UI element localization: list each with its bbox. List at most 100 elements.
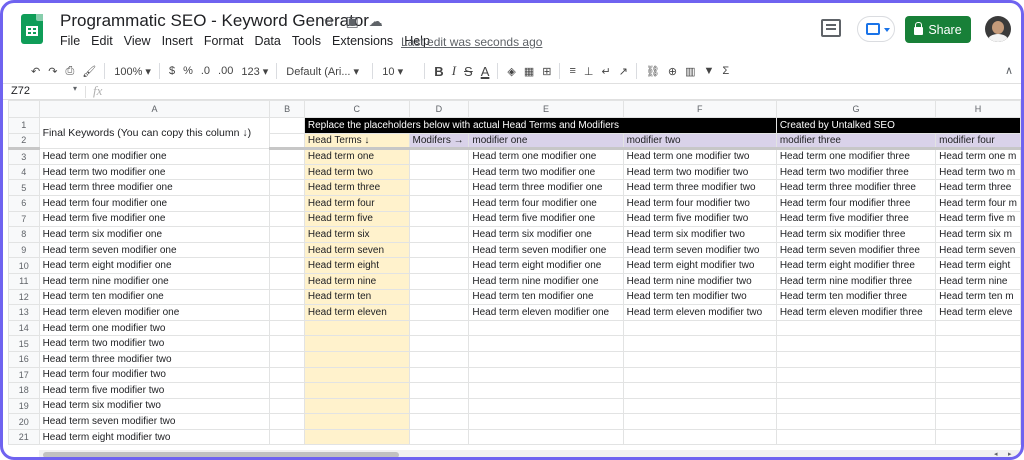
final-keyword-cell[interactable]: Head term seven modifier two bbox=[38, 413, 271, 430]
menu-edit[interactable]: Edit bbox=[91, 34, 113, 48]
horizontal-align-icon[interactable]: ≡ bbox=[569, 65, 575, 77]
keyword-cell[interactable]: Head term six modifier one bbox=[468, 226, 624, 243]
keyword-cell[interactable] bbox=[622, 382, 777, 399]
keyword-cell[interactable]: Head term four modifier two bbox=[622, 194, 777, 212]
last-edit-link[interactable]: Last edit was seconds ago bbox=[401, 35, 542, 49]
head-term-cell[interactable]: Head term nine bbox=[303, 272, 410, 290]
column-header[interactable]: A bbox=[38, 100, 271, 118]
head-term-cell[interactable]: Head term ten bbox=[303, 288, 410, 306]
cell[interactable] bbox=[408, 335, 470, 352]
share-button[interactable]: Share bbox=[905, 16, 971, 43]
row-header[interactable]: 5 bbox=[8, 179, 40, 196]
row-header[interactable]: 6 bbox=[8, 194, 40, 212]
column-header[interactable]: D bbox=[408, 100, 470, 118]
head-term-cell[interactable] bbox=[303, 319, 410, 337]
modifier-cell[interactable]: modifier three bbox=[775, 132, 937, 151]
head-term-cell[interactable] bbox=[303, 350, 410, 368]
row-header[interactable]: 18 bbox=[8, 382, 40, 399]
final-keyword-cell[interactable]: Head term eight modifier one bbox=[38, 257, 271, 274]
move-folder-icon[interactable]: ▣ bbox=[346, 13, 359, 30]
final-keyword-cell[interactable]: Head term eight modifier two bbox=[38, 428, 271, 446]
keyword-cell[interactable] bbox=[935, 413, 1021, 430]
keyword-cell[interactable]: Head term nine modifier two bbox=[622, 272, 777, 290]
keyword-cell[interactable] bbox=[622, 413, 777, 430]
head-term-cell[interactable]: Head term six bbox=[303, 226, 410, 243]
keyword-cell[interactable]: Head term two modifier three bbox=[775, 163, 937, 181]
keyword-cell[interactable] bbox=[775, 366, 937, 384]
head-term-cell[interactable] bbox=[303, 382, 410, 399]
keyword-cell[interactable]: Head term six m bbox=[935, 226, 1021, 243]
row-header[interactable]: 9 bbox=[8, 241, 40, 259]
final-keyword-cell[interactable]: Head term three modifier one bbox=[38, 179, 271, 196]
text-wrap-icon[interactable]: ↵ bbox=[601, 65, 610, 78]
keyword-cell[interactable]: Head term one modifier three bbox=[775, 148, 937, 165]
head-terms-header[interactable]: Head Terms ↓ bbox=[303, 132, 410, 151]
cell[interactable] bbox=[269, 304, 305, 321]
functions-icon[interactable]: Σ bbox=[722, 65, 729, 77]
menu-file[interactable]: File bbox=[60, 34, 80, 48]
head-term-cell[interactable]: Head term three bbox=[303, 179, 410, 196]
text-rotate-icon[interactable]: ↗ bbox=[619, 65, 628, 78]
keyword-cell[interactable]: Head term eleven modifier three bbox=[775, 304, 937, 321]
cell[interactable] bbox=[408, 210, 470, 228]
keyword-cell[interactable]: Head term eight modifier three bbox=[775, 257, 937, 274]
cell[interactable] bbox=[408, 397, 470, 415]
present-button[interactable] bbox=[857, 16, 895, 42]
final-keyword-cell[interactable]: Head term five modifier two bbox=[38, 382, 271, 399]
keyword-cell[interactable] bbox=[775, 335, 937, 352]
keyword-cell[interactable]: Head term four modifier one bbox=[468, 194, 624, 212]
keyword-cell[interactable]: Head term one modifier two bbox=[622, 148, 777, 165]
banner-cell[interactable]: Replace the placeholders below with actu… bbox=[303, 117, 777, 134]
head-term-cell[interactable] bbox=[303, 428, 410, 446]
final-keyword-cell[interactable]: Head term two modifier one bbox=[38, 163, 271, 181]
head-term-cell[interactable]: Head term two bbox=[303, 163, 410, 181]
row-header[interactable]: 21 bbox=[8, 428, 40, 446]
keyword-cell[interactable] bbox=[935, 335, 1021, 352]
keyword-cell[interactable] bbox=[775, 428, 937, 446]
head-term-cell[interactable]: Head term five bbox=[303, 210, 410, 228]
avatar[interactable] bbox=[985, 16, 1011, 42]
keyword-cell[interactable] bbox=[935, 366, 1021, 384]
keyword-cell[interactable]: Head term nine bbox=[935, 272, 1021, 290]
row-header[interactable]: 8 bbox=[8, 226, 40, 243]
cell[interactable] bbox=[408, 257, 470, 274]
column-header[interactable]: E bbox=[468, 100, 624, 118]
cell[interactable] bbox=[269, 226, 305, 243]
cell[interactable] bbox=[269, 257, 305, 274]
keyword-cell[interactable]: Head term two modifier two bbox=[622, 163, 777, 181]
cell[interactable] bbox=[408, 366, 470, 384]
keyword-cell[interactable] bbox=[775, 382, 937, 399]
cell[interactable] bbox=[408, 428, 470, 446]
cell[interactable] bbox=[408, 226, 470, 243]
keyword-cell[interactable] bbox=[622, 397, 777, 415]
bold-button[interactable]: B bbox=[434, 64, 443, 79]
sheets-logo-icon[interactable] bbox=[21, 14, 43, 44]
keyword-cell[interactable] bbox=[935, 397, 1021, 415]
keyword-cell[interactable] bbox=[468, 335, 624, 352]
row-header[interactable]: 3 bbox=[8, 148, 40, 165]
final-keyword-cell[interactable]: Head term two modifier two bbox=[38, 335, 271, 352]
more-formats-button[interactable]: 123 ▾ bbox=[241, 65, 268, 78]
keyword-cell[interactable] bbox=[935, 319, 1021, 337]
head-term-cell[interactable]: Head term seven bbox=[303, 241, 410, 259]
keyword-cell[interactable]: Head term four m bbox=[935, 194, 1021, 212]
menu-view[interactable]: View bbox=[124, 34, 151, 48]
cell[interactable] bbox=[269, 366, 305, 384]
text-color-button[interactable]: A bbox=[481, 64, 490, 79]
row-header[interactable]: 16 bbox=[8, 350, 40, 368]
row-header[interactable]: 13 bbox=[8, 304, 40, 321]
modifier-cell[interactable]: modifier four bbox=[935, 132, 1021, 151]
formula-input[interactable] bbox=[115, 85, 1005, 99]
cell[interactable] bbox=[408, 288, 470, 306]
keyword-cell[interactable] bbox=[775, 397, 937, 415]
row-header[interactable]: 14 bbox=[8, 319, 40, 337]
keyword-cell[interactable]: Head term eleven modifier two bbox=[622, 304, 777, 321]
paint-format-icon[interactable]: 🖌 bbox=[82, 65, 96, 78]
column-header[interactable]: B bbox=[269, 100, 305, 118]
final-keyword-cell[interactable]: Head term eleven modifier one bbox=[38, 304, 271, 321]
final-keyword-cell[interactable]: Head term one modifier two bbox=[38, 319, 271, 337]
fill-color-icon[interactable]: ◈ bbox=[507, 65, 515, 78]
modifier-cell[interactable]: modifier two bbox=[622, 132, 777, 151]
cell[interactable] bbox=[269, 241, 305, 259]
zoom-select[interactable]: 100% ▾ bbox=[114, 65, 151, 78]
